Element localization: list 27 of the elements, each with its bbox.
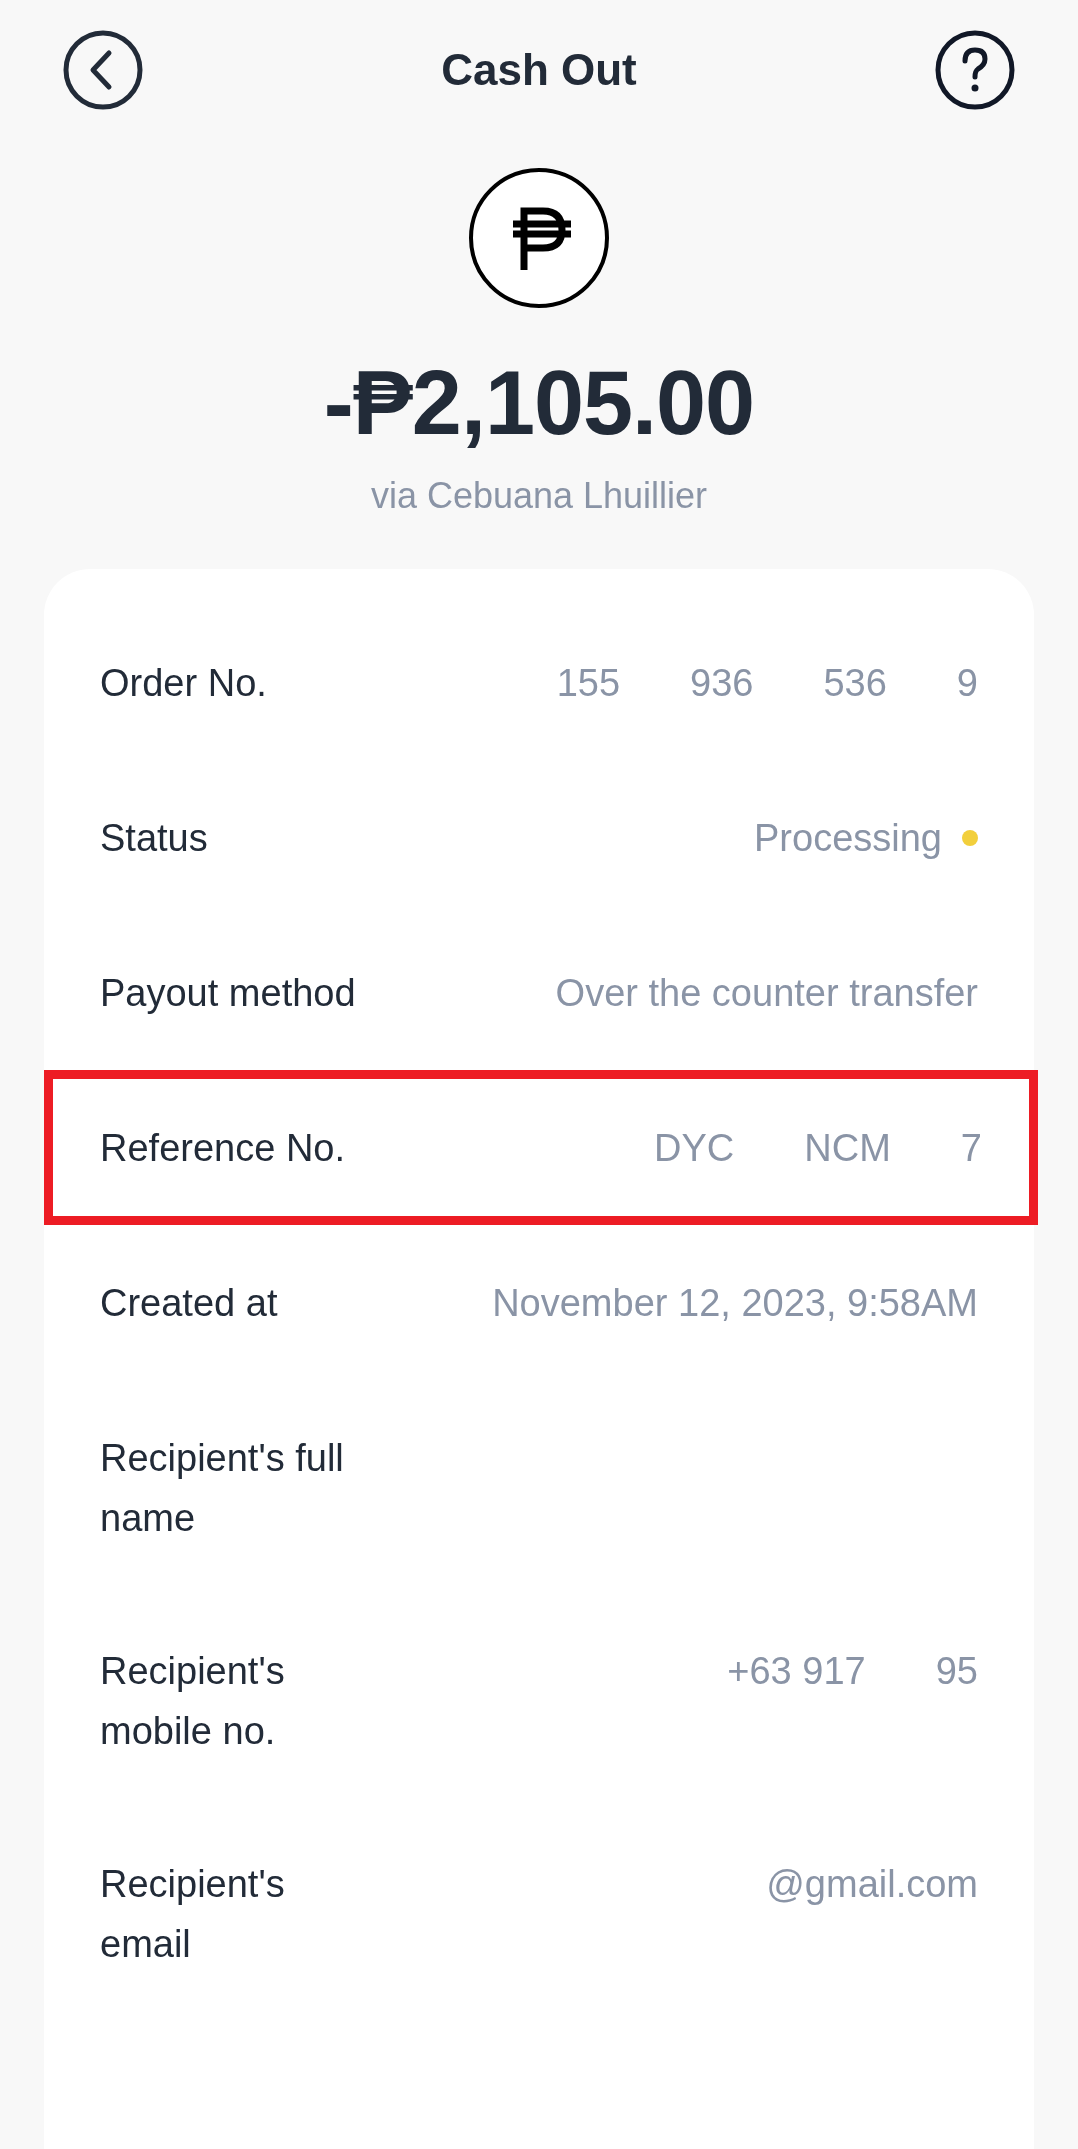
amount: -₱2,105.00 — [323, 352, 755, 455]
field-value: Processing — [754, 815, 942, 861]
field-label: Payout method — [100, 970, 356, 1016]
field-value: 95 — [935, 1649, 978, 1694]
field-label: Status — [100, 815, 208, 861]
field-label: Order No. — [100, 660, 267, 706]
payment-channel: via Cebuana Lhuillier — [370, 475, 708, 517]
field-value: 155 — [556, 660, 621, 706]
page-title: Cash Out — [441, 45, 637, 95]
field-value: 936 — [690, 660, 754, 706]
field-value: +63 917 — [727, 1649, 866, 1694]
back-icon[interactable] — [62, 29, 144, 111]
field-value: November 12, 2023, 9:58AM — [492, 1280, 978, 1326]
field-value: Over the counter transfer — [555, 970, 978, 1016]
peso-icon — [467, 166, 611, 310]
field-value: 536 — [823, 660, 887, 706]
field-value: DYC — [654, 1125, 735, 1171]
help-icon[interactable] — [934, 29, 1016, 111]
field-value: NCM — [804, 1125, 891, 1171]
field-value: 9 — [956, 660, 978, 706]
field-label: Recipient's mobile no. — [100, 1649, 286, 1754]
field-label: Recipient's email — [100, 1862, 286, 1967]
field-value: @gmail.com — [766, 1862, 978, 1907]
field-label: Created at — [100, 1280, 278, 1326]
field-label: Reference No. — [100, 1125, 345, 1171]
field-value: 7 — [960, 1125, 982, 1171]
field-label: Recipient's full name — [100, 1436, 345, 1541]
